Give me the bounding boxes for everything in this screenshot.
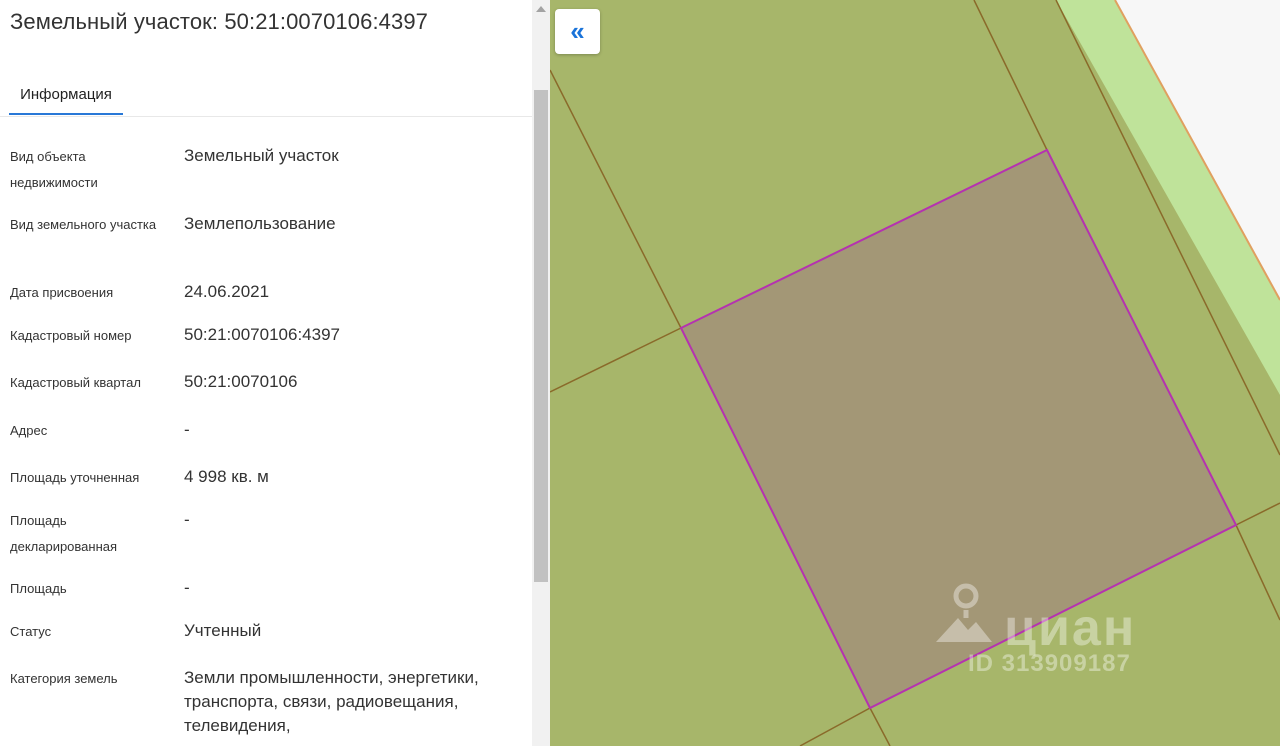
- row-value: 50:21:0070106:4397: [184, 325, 340, 344]
- row-label: Кадастровый квартал: [10, 375, 141, 390]
- row-label: Площадь уточненная: [10, 470, 140, 485]
- scrollbar-thumb[interactable]: [534, 90, 548, 582]
- row-label: Кадастровый номер: [10, 328, 132, 343]
- row-label: Статус: [10, 624, 52, 639]
- row-value: Учтенный: [184, 621, 262, 640]
- panel-scrollbar[interactable]: [532, 0, 550, 746]
- collapse-panel-button[interactable]: «: [555, 9, 600, 54]
- row-label: Площадь: [10, 581, 67, 596]
- cadastral-map[interactable]: « циан ID 313909187: [550, 0, 1280, 746]
- tab-bar: Информация: [0, 72, 532, 117]
- row-value: 50:21:0070106: [184, 372, 298, 391]
- row-label: Вид объекта недвижимости: [10, 149, 98, 190]
- row-label: Категория земель: [10, 671, 118, 686]
- row-label: Площадь декларированная: [10, 513, 118, 554]
- scroll-up-arrow-icon[interactable]: [536, 6, 546, 12]
- row-value: Земельный участок: [184, 146, 339, 165]
- row-value: 24.06.2021: [184, 282, 270, 301]
- row-label: Дата присвоения: [10, 285, 114, 300]
- row-value: -: [184, 578, 190, 597]
- info-panel: Земельный участок: 50:21:0070106:4397 Ин…: [0, 0, 532, 746]
- watermark: циан ID 313909187: [932, 582, 1172, 682]
- row-value: -: [184, 510, 190, 529]
- page-title: Земельный участок: 50:21:0070106:4397: [10, 9, 428, 34]
- row-value: -: [184, 420, 190, 439]
- row-label: Адрес: [10, 423, 48, 438]
- tab-information[interactable]: Информация: [9, 72, 123, 116]
- active-tab-indicator: [9, 113, 123, 115]
- row-label: Вид земельного участка: [10, 217, 157, 232]
- chevrons-left-icon: «: [570, 16, 585, 46]
- row-value: 4 998 кв. м: [184, 467, 269, 486]
- watermark-brand: циан: [1004, 599, 1137, 657]
- row-value: Земли промышленности, энергетики, трансп…: [184, 668, 479, 735]
- location-pin-icon: [936, 583, 992, 642]
- row-value: Землепользование: [184, 214, 336, 233]
- watermark-id: ID 313909187: [968, 650, 1131, 677]
